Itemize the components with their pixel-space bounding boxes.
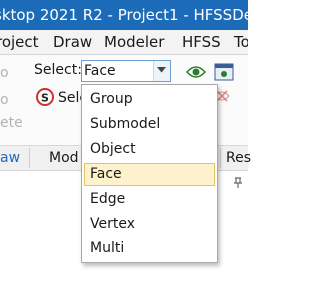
group-label-draw: aw bbox=[0, 150, 21, 166]
menu-item-hfss[interactable]: HFSS bbox=[182, 32, 221, 52]
chevron-down-icon bbox=[157, 67, 166, 73]
dropdown-option-face[interactable]: Face bbox=[84, 163, 215, 186]
dropdown-option-multi[interactable]: Multi bbox=[84, 237, 215, 260]
dropdown-option-edge[interactable]: Edge bbox=[84, 188, 215, 211]
select-label: Select: bbox=[34, 62, 82, 78]
svg-text:S: S bbox=[41, 92, 49, 105]
ribbon-partial-label-1: o bbox=[0, 65, 9, 81]
menu-item-draw[interactable]: Draw bbox=[53, 32, 92, 52]
menu-bar: roject Draw Modeler HFSS To bbox=[0, 30, 248, 55]
ribbon-partial-label-2: o bbox=[0, 92, 9, 108]
dropdown-option-group[interactable]: Group bbox=[84, 88, 215, 111]
pin-icon[interactable] bbox=[233, 174, 243, 193]
menu-item-modeler[interactable]: Modeler bbox=[104, 32, 164, 52]
group-separator bbox=[220, 148, 221, 168]
dropdown-option-object[interactable]: Object bbox=[84, 138, 215, 161]
select-mode-combobox[interactable]: Face bbox=[81, 60, 171, 82]
title-bar: sktop 2021 R2 - Project1 - HFSSDe bbox=[0, 0, 248, 30]
menu-item-tools[interactable]: To bbox=[234, 32, 248, 52]
eye-icon[interactable] bbox=[185, 64, 207, 83]
view-icon[interactable] bbox=[214, 62, 234, 86]
select-mode-dropdown: Group Submodel Object Face Edge Vertex M… bbox=[81, 84, 218, 263]
group-separator bbox=[29, 148, 30, 168]
dropdown-option-submodel[interactable]: Submodel bbox=[84, 113, 215, 136]
window-title: sktop 2021 R2 - Project1 - HFSSDe bbox=[0, 6, 248, 24]
menu-item-project[interactable]: roject bbox=[0, 32, 39, 52]
select-mode-value: Face bbox=[84, 63, 116, 79]
group-label-modeler: Mod bbox=[49, 150, 79, 166]
ribbon-partial-label-3: ete bbox=[0, 115, 23, 131]
select-icon[interactable]: S bbox=[36, 88, 54, 110]
group-label-results: Res bbox=[226, 150, 252, 166]
dropdown-arrow-button[interactable] bbox=[153, 61, 170, 81]
dropdown-option-vertex[interactable]: Vertex bbox=[84, 213, 215, 236]
